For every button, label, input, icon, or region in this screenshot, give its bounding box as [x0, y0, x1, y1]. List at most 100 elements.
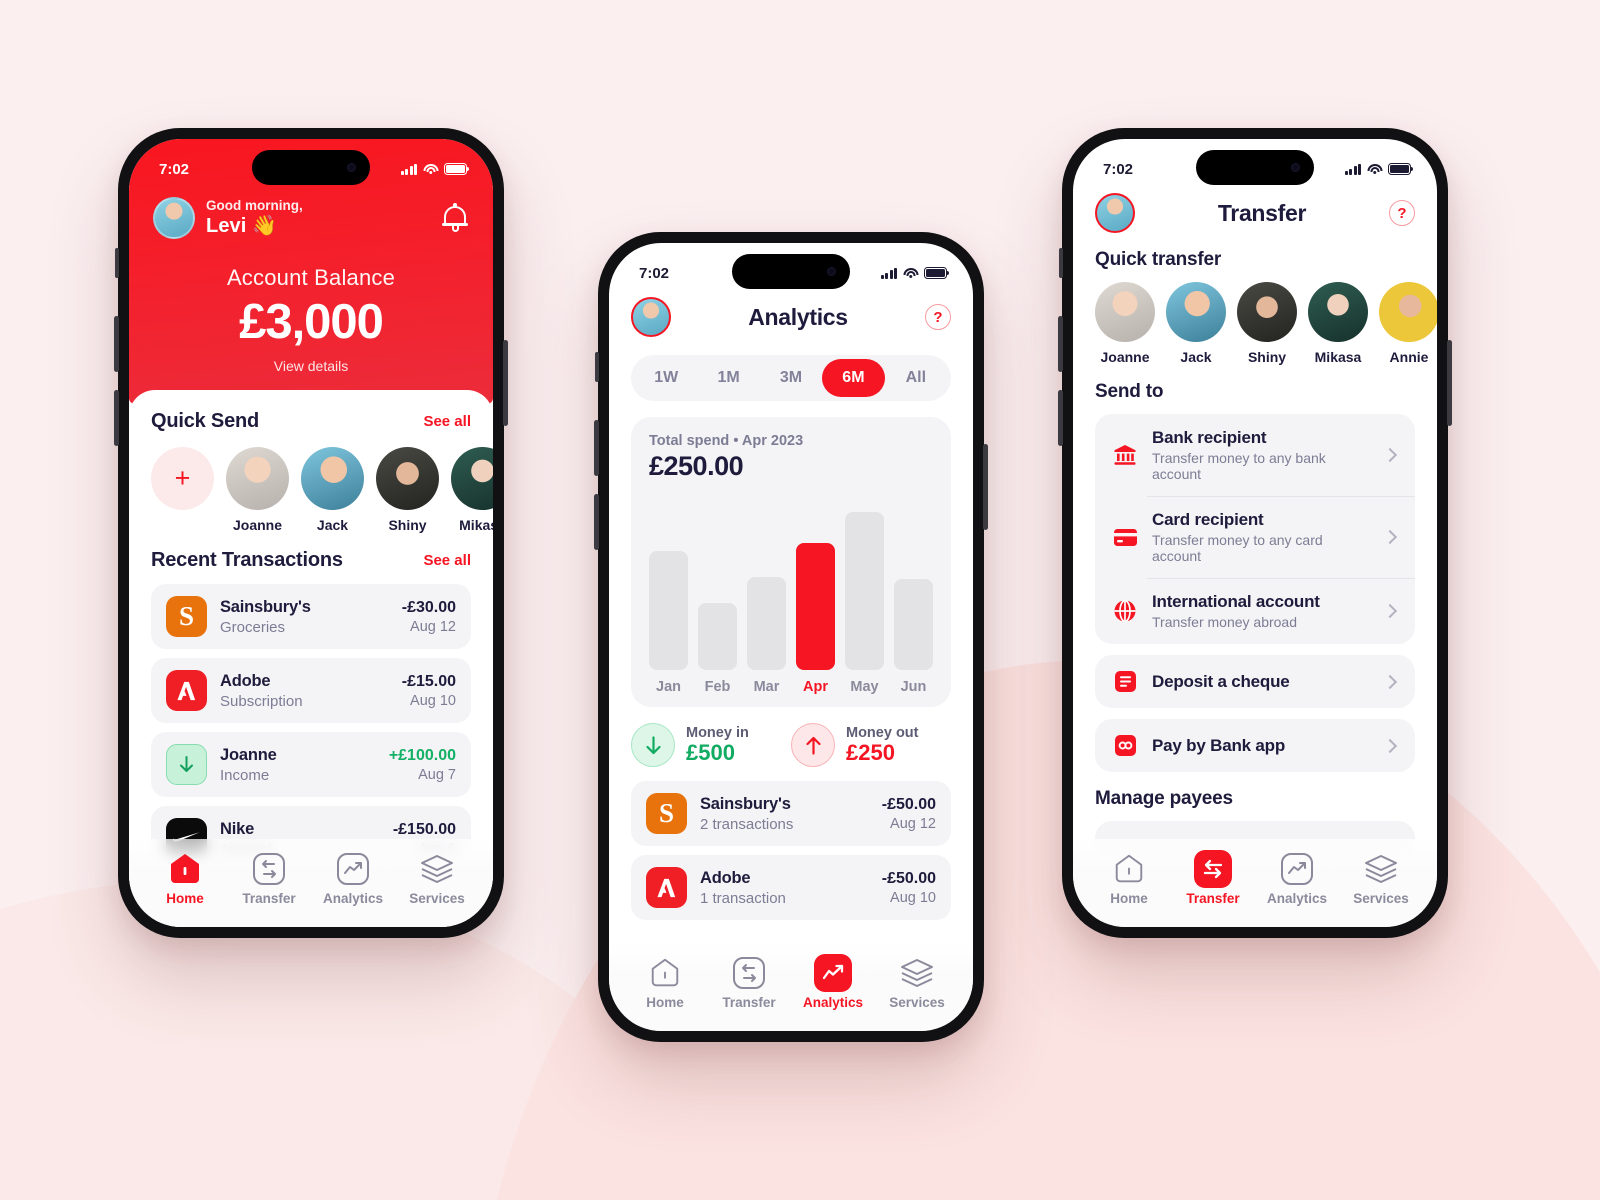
bar-mar[interactable] — [747, 498, 786, 670]
range-3m[interactable]: 3M — [760, 359, 822, 397]
income-arrow-icon — [166, 744, 207, 786]
chevron-right-icon — [1382, 674, 1398, 689]
page-title: Transfer — [1217, 199, 1307, 226]
adobe-logo — [646, 867, 687, 908]
tx-amount: -£30.00 — [401, 598, 456, 616]
tab-analytics[interactable]: Analytics — [1257, 849, 1337, 906]
money-in-value: £500 — [686, 739, 735, 765]
range-segmented-control: 1W 1M 3M 6M All — [631, 355, 951, 401]
bar-may[interactable] — [845, 498, 884, 670]
payapp-icon — [1112, 735, 1138, 756]
bar-chart-labels: Jan Feb Mar Apr May Jun — [649, 679, 933, 695]
recent-transactions-header: Recent Transactions See all — [151, 549, 471, 572]
user-avatar[interactable] — [631, 297, 671, 337]
tab-analytics[interactable]: Analytics — [313, 849, 393, 906]
bar-label-apr: Apr — [803, 679, 828, 695]
tab-home[interactable]: Home — [145, 849, 225, 906]
item-label: Deposit a cheque — [1152, 671, 1290, 691]
contact-avatar — [226, 447, 289, 511]
table-row[interactable]: Adobe 1 transaction -£50.00 Aug 10 — [631, 855, 951, 920]
table-row[interactable]: S Sainsbury's 2 transactions -£50.00 Aug… — [631, 781, 951, 846]
tab-transfer[interactable]: Transfer — [1173, 849, 1253, 906]
user-avatar[interactable] — [1095, 193, 1135, 233]
bell-icon[interactable] — [441, 203, 469, 233]
range-1m[interactable]: 1M — [697, 359, 759, 397]
contact-avatar — [301, 447, 364, 511]
bar-label-feb: Feb — [704, 679, 731, 695]
contact-mikasa[interactable]: Mikasa — [451, 447, 493, 533]
tx-name: Adobe — [700, 868, 751, 887]
arrow-up-icon — [791, 723, 835, 767]
list-item-card-recipient[interactable]: Card recipient Transfer money to any car… — [1095, 496, 1415, 578]
chart-caption: Total spend • Apr 2023 — [649, 433, 804, 449]
tab-home[interactable]: Home — [625, 953, 705, 1010]
range-1w[interactable]: 1W — [635, 359, 697, 397]
tab-services[interactable]: Services — [877, 953, 957, 1010]
tab-label: Services — [889, 995, 945, 1010]
bar-apr[interactable] — [796, 498, 835, 670]
range-6m[interactable]: 6M — [822, 359, 885, 397]
tab-analytics[interactable]: Analytics — [793, 953, 873, 1010]
tab-label: Services — [409, 891, 465, 906]
contact-joanne[interactable]: Joanne — [1095, 282, 1155, 365]
list-item-international-account[interactable]: International account Transfer money abr… — [1095, 578, 1415, 644]
list-item-deposit-cheque[interactable]: Deposit a cheque — [1095, 655, 1415, 708]
help-icon[interactable]: ? — [1389, 200, 1415, 226]
tab-transfer[interactable]: Transfer — [709, 953, 789, 1010]
table-row[interactable]: S Sainsbury's Groceries -£30.00 Aug 12 — [151, 584, 471, 650]
bar-label-mar: Mar — [753, 679, 780, 695]
greeting-block[interactable]: Good morning, Levi 👋 — [153, 197, 303, 239]
pay-by-bank-app-card: Pay by Bank app — [1095, 719, 1415, 772]
tab-label: Analytics — [1266, 891, 1328, 906]
contact-mikasa[interactable]: Mikasa — [1308, 282, 1368, 365]
battery-icon — [444, 163, 470, 175]
contact-avatar — [1379, 282, 1437, 342]
tab-label: Transfer — [722, 995, 776, 1010]
tab-label: Home — [646, 995, 684, 1010]
tx-name: Sainsbury's — [700, 794, 791, 813]
bar-rect — [894, 579, 933, 670]
battery-icon — [1388, 163, 1414, 175]
tab-transfer[interactable]: Transfer — [229, 849, 309, 906]
tx-category: Groceries — [220, 618, 286, 636]
contact-shiny[interactable]: Shiny — [1237, 282, 1297, 365]
range-all[interactable]: All — [885, 359, 947, 397]
analytics-header: Analytics ? — [609, 295, 973, 337]
add-contact-button[interactable]: + — [151, 447, 214, 533]
tab-label: Transfer — [242, 891, 296, 906]
tab-label: Home — [1110, 891, 1148, 906]
view-details-link[interactable]: View details — [153, 358, 469, 374]
card-icon — [1112, 528, 1138, 546]
money-out-value: £250 — [846, 739, 895, 765]
table-row[interactable]: Joanne Income +£100.00 Aug 7 — [151, 732, 471, 798]
tx-amount: -£150.00 — [392, 820, 456, 838]
contact-shiny[interactable]: Shiny — [376, 447, 439, 533]
tab-home[interactable]: Home — [1089, 849, 1169, 906]
money-out-block: Money out £250 — [791, 723, 951, 767]
contact-annie[interactable]: Annie — [1379, 282, 1437, 365]
list-item-pay-by-bank-app[interactable]: Pay by Bank app — [1095, 719, 1415, 772]
quick-send-see-all[interactable]: See all — [423, 413, 471, 430]
contact-name: Shiny — [1247, 349, 1287, 365]
user-avatar[interactable] — [153, 197, 195, 239]
transfer-header: Transfer ? — [1073, 191, 1437, 233]
bar-jun[interactable] — [894, 498, 933, 670]
contact-name: Jack — [1180, 349, 1212, 365]
contact-jack[interactable]: Jack — [1166, 282, 1226, 365]
recent-see-all[interactable]: See all — [423, 552, 471, 569]
contact-joanne[interactable]: Joanne — [226, 447, 289, 533]
help-icon[interactable]: ? — [924, 304, 951, 330]
bar-feb[interactable] — [698, 498, 737, 670]
tab-services[interactable]: Services — [1341, 849, 1421, 906]
tx-date: Aug 7 — [418, 766, 456, 783]
table-row[interactable]: Adobe Subscription -£15.00 Aug 10 — [151, 658, 471, 724]
contact-jack[interactable]: Jack — [301, 447, 364, 533]
tab-services[interactable]: Services — [397, 849, 477, 906]
balance-amount: £3,000 — [239, 295, 384, 349]
contact-name: Jack — [316, 517, 349, 534]
item-sub: Transfer money abroad — [1152, 614, 1297, 630]
wifi-icon — [903, 267, 918, 279]
analytics-icon — [1257, 849, 1337, 889]
bar-jan[interactable] — [649, 498, 688, 670]
list-item-bank-recipient[interactable]: Bank recipient Transfer money to any ban… — [1095, 414, 1415, 496]
